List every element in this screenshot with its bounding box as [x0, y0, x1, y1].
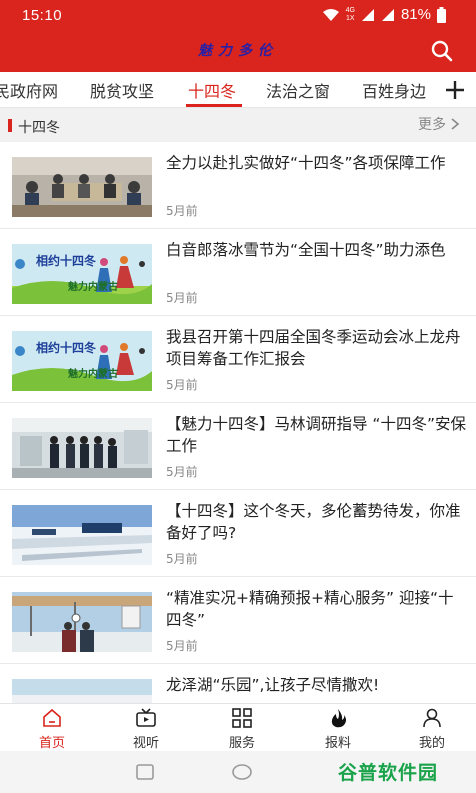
- more-label: 更多: [418, 117, 446, 133]
- search-button[interactable]: [428, 37, 456, 65]
- nav-service[interactable]: 服务: [202, 708, 282, 751]
- nav-video[interactable]: 视听: [106, 708, 186, 751]
- news-item[interactable]: “精准实况+精确预报+精心服务” 迎接“十四冬” 5月前: [0, 577, 476, 664]
- grid-icon: [232, 708, 252, 728]
- watermark-text: 谷普软件园: [338, 761, 439, 784]
- news-title: 白音郎落冰雪节为“全国十四冬”助力添色: [166, 241, 446, 259]
- news-title: 龙泽湖“乐园”,让孩子尽情撒欢!: [166, 676, 380, 694]
- app-header: 魅力多伦: [0, 30, 476, 72]
- news-item[interactable]: 【十四冬】这个冬天，多伦蓄势待发，你准备好了吗? 5月前: [0, 490, 476, 577]
- nav-report[interactable]: 报料: [298, 708, 378, 751]
- app-title: 魅力多伦: [198, 43, 278, 59]
- wifi-icon: [322, 8, 339, 21]
- tv-icon: [136, 708, 156, 727]
- news-item[interactable]: 全力以赴扎实做好“十四冬”各项保障工作 5月前: [0, 142, 476, 229]
- signal-icon: [361, 8, 374, 21]
- tab-law[interactable]: 法治之窗: [266, 78, 330, 102]
- more-link[interactable]: 更多: [418, 114, 460, 134]
- news-thumbnail: [12, 505, 152, 565]
- nav-service-label: 服务: [228, 736, 255, 751]
- nav-home[interactable]: 首页: [12, 708, 92, 751]
- bottom-nav: 首页 视听 服务 报料 我的: [0, 703, 476, 751]
- news-time: 5月前: [166, 204, 198, 218]
- user-icon: [423, 708, 441, 728]
- nav-report-label: 报料: [324, 736, 351, 751]
- nav-home-label: 首页: [38, 736, 65, 751]
- status-indicators: 4G 1X 81%: [322, 6, 446, 23]
- news-title: 【魅力十四冬】马林调研指导 “十四冬”安保工作: [166, 415, 466, 455]
- signal-icon: [381, 8, 394, 21]
- news-title: 全力以赴扎实做好“十四冬”各项保障工作: [166, 154, 446, 172]
- tab-shisidong[interactable]: 十四冬: [188, 78, 236, 102]
- battery-icon: [437, 6, 446, 23]
- news-item[interactable]: 相约十四冬 魅力内蒙古 我县召开第十四届全国冬季运动会冰上龙舟项目筹备工作汇报会…: [0, 316, 476, 403]
- status-time: 15:10: [22, 7, 63, 24]
- news-title: “精准实况+精确预报+精心服务” 迎接“十四冬”: [166, 589, 454, 629]
- news-thumbnail: [12, 418, 152, 478]
- poster-slogan: 魅力内蒙古: [68, 282, 118, 293]
- recent-apps-icon[interactable]: [136, 764, 154, 780]
- tab-gov[interactable]: 民政府网: [0, 78, 58, 102]
- nav-video-label: 视听: [132, 736, 159, 751]
- news-thumbnail: [12, 157, 152, 217]
- news-thumbnail: 相约十四冬 魅力内蒙古: [12, 331, 152, 391]
- news-time: 5月前: [166, 465, 198, 479]
- status-bar: 15:10 4G 1X 81%: [0, 0, 476, 30]
- news-time: 5月前: [166, 639, 198, 653]
- news-title: 【十四冬】这个冬天，多伦蓄势待发，你准备好了吗?: [166, 502, 461, 542]
- home-circle-icon[interactable]: [232, 764, 252, 780]
- watermark: 谷普软件园: [338, 755, 468, 787]
- category-tabs: 民政府网 脱贫攻坚 十四冬 法治之窗 百姓身边: [0, 72, 476, 108]
- news-title: 我县召开第十四届全国冬季运动会冰上龙舟项目筹备工作汇报会: [166, 328, 461, 368]
- system-nav-bar: 谷普软件园: [0, 751, 476, 793]
- news-thumbnail: [12, 592, 152, 652]
- news-time: 5月前: [166, 291, 198, 305]
- tab-people[interactable]: 百姓身边: [362, 78, 426, 102]
- poster-headline: 相约十四冬: [36, 341, 97, 355]
- fire-icon: [331, 709, 346, 728]
- news-time: 5月前: [166, 378, 198, 392]
- nav-mine-label: 我的: [418, 736, 445, 751]
- battery-percent: 81%: [400, 6, 431, 23]
- section-marker: [8, 119, 12, 132]
- tab-poverty[interactable]: 脱贫攻坚: [90, 78, 154, 102]
- news-item[interactable]: 【魅力十四冬】马林调研指导 “十四冬”安保工作 5月前: [0, 403, 476, 490]
- poster-slogan: 魅力内蒙古: [68, 369, 118, 380]
- active-tab-indicator: [186, 104, 242, 107]
- network-type: 4G 1X: [345, 6, 355, 22]
- nav-mine[interactable]: 我的: [392, 708, 472, 751]
- section-header: 十四冬 更多: [0, 108, 476, 142]
- news-item[interactable]: 相约十四冬 魅力内蒙古 白音郎落冰雪节为“全国十四冬”助力添色 5月前: [0, 229, 476, 316]
- add-tab-button[interactable]: [440, 74, 470, 106]
- poster-headline: 相约十四冬: [36, 254, 97, 268]
- section-title: 十四冬: [18, 120, 60, 136]
- news-time: 5月前: [166, 552, 198, 566]
- home-icon: [43, 708, 61, 727]
- news-thumbnail: 相约十四冬 魅力内蒙古: [12, 244, 152, 304]
- plus-icon: [446, 81, 464, 99]
- chevron-right-icon: [451, 118, 460, 130]
- search-icon: [431, 40, 453, 62]
